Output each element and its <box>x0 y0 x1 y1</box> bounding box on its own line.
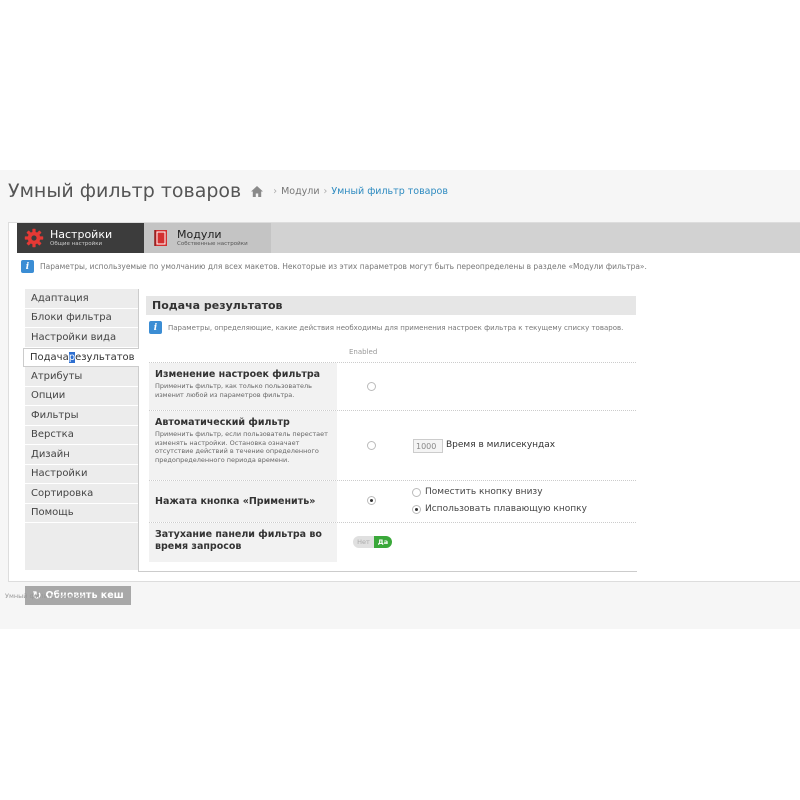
option-button-bottom[interactable]: Поместить кнопку внизу <box>412 487 543 497</box>
delay-input[interactable] <box>413 439 443 453</box>
sidebar-item-attributes[interactable]: Атрибуты <box>25 367 138 387</box>
setting-row-change: Изменение настроек фильтра Применить фил… <box>149 362 636 410</box>
setting-description: Применить фильтр, если пользователь пере… <box>155 429 328 465</box>
tab-settings[interactable]: Настройки Общие настройки <box>17 223 144 253</box>
page-title: Умный фильтр товаров <box>8 180 242 202</box>
option-label: Поместить кнопку внизу <box>425 487 543 497</box>
tab-modules-text: Модули Собственные настройки <box>177 229 248 248</box>
sidebar-item-results-delivery[interactable]: Подача р езультатов <box>23 347 139 367</box>
setting-label: Затухание панели фильтра во время запрос… <box>149 523 337 562</box>
results-delivery-content: Подача результатов i Параметры, определя… <box>138 289 637 572</box>
setting-row-apply-button: Нажата кнопка «Применить» Поместить кноп… <box>149 480 636 522</box>
apply-button-enabled-radio[interactable] <box>367 496 376 505</box>
sidebar-item-adaptation[interactable]: Адаптация <box>25 289 138 309</box>
setting-description: Применить фильтр, как только пользовател… <box>155 381 312 399</box>
sidebar-item-label: езультатов <box>75 351 135 363</box>
change-enabled-radio[interactable] <box>367 382 376 391</box>
section-info-text: Параметры, определяющие, какие действия … <box>168 323 624 332</box>
sidebar-item-layout[interactable]: Верстка <box>25 426 138 445</box>
enabled-column-header: Enabled <box>349 348 378 356</box>
settings-sidebar: Адаптация Блоки фильтра Настройки вида П… <box>23 289 139 570</box>
section-title: Подача результатов <box>146 296 636 315</box>
sidebar-item-sorting[interactable]: Сортировка <box>25 484 138 504</box>
breadcrumb-separator: › <box>273 186 278 197</box>
option-label: Использовать плавающую кнопку <box>425 504 587 514</box>
general-info-text: Параметры, используемые по умолчанию для… <box>40 262 647 271</box>
setting-title: Затухание панели фильтра во время запрос… <box>155 529 322 552</box>
sidebar-item-help[interactable]: Помощь <box>25 504 138 523</box>
general-info-message: i Параметры, используемые по умолчанию д… <box>21 260 647 273</box>
toggle-on-label[interactable]: Да <box>374 536 392 548</box>
book-icon <box>154 230 167 246</box>
sidebar-item-label: Подача <box>30 351 69 363</box>
info-icon: i <box>21 260 34 273</box>
tab-modules[interactable]: Модули Собственные настройки <box>144 223 271 253</box>
info-icon: i <box>149 321 162 334</box>
setting-title: Изменение настроек фильтра <box>155 369 321 380</box>
sidebar-item-settings[interactable]: Настройки <box>25 465 138 484</box>
option-floating-button-radio[interactable] <box>412 504 421 514</box>
setting-row-fade: Затухание панели фильтра во время запрос… <box>149 522 636 562</box>
tab-settings-title: Настройки <box>50 227 113 241</box>
tabs-bar: Настройки Общие настройки Модули Собстве… <box>17 223 800 253</box>
tab-modules-subtitle: Собственные настройки <box>177 240 248 247</box>
setting-row-auto-filter: Автоматический фильтр Применить фильтр, … <box>149 410 636 480</box>
page-header: Умный фильтр товаров › Модули › Умный фи… <box>8 180 448 202</box>
setting-title: Нажата кнопка «Применить» <box>155 495 316 507</box>
breadcrumb-current-link[interactable]: Умный фильтр товаров <box>331 186 448 197</box>
setting-label: Нажата кнопка «Применить» <box>149 481 337 522</box>
breadcrumb: › Модули › Умный фильтр товаров <box>251 186 448 197</box>
gear-icon <box>24 228 44 248</box>
home-icon[interactable] <box>251 186 264 197</box>
breadcrumb-separator: › <box>323 186 328 197</box>
auto-filter-enabled-radio[interactable] <box>367 441 376 450</box>
main-panel: Настройки Общие настройки Модули Собстве… <box>8 222 800 605</box>
fade-toggle[interactable]: Нет Да <box>353 536 392 548</box>
breadcrumb-modules-link[interactable]: Модули <box>281 186 319 197</box>
delay-label: Время в милисекундах <box>446 440 556 450</box>
sidebar-item-design[interactable]: Дизайн <box>25 445 138 465</box>
setting-title: Автоматический фильтр <box>155 417 290 428</box>
tab-settings-subtitle: Общие настройки <box>50 240 103 247</box>
sidebar-item-view-settings[interactable]: Настройки вида <box>25 328 138 348</box>
section-info-message: i Параметры, определяющие, какие действи… <box>149 321 623 334</box>
sidebar-item-options[interactable]: Опции <box>25 387 138 406</box>
option-button-bottom-radio[interactable] <box>412 487 421 497</box>
toggle-off-label[interactable]: Нет <box>353 536 374 548</box>
tab-settings-text: Настройки Общие настройки <box>50 229 112 248</box>
footer-text: Умный фильтр товаров <box>5 592 85 600</box>
option-floating-button[interactable]: Использовать плавающую кнопку <box>412 504 587 514</box>
setting-label: Автоматический фильтр Применить фильтр, … <box>149 411 337 480</box>
setting-label: Изменение настроек фильтра Применить фил… <box>149 363 337 410</box>
sidebar-item-filter-blocks[interactable]: Блоки фильтра <box>25 309 138 328</box>
page: Умный фильтр товаров › Модули › Умный фи… <box>0 170 800 629</box>
sidebar-item-filters[interactable]: Фильтры <box>25 406 138 426</box>
tab-modules-title: Модули <box>177 227 222 241</box>
